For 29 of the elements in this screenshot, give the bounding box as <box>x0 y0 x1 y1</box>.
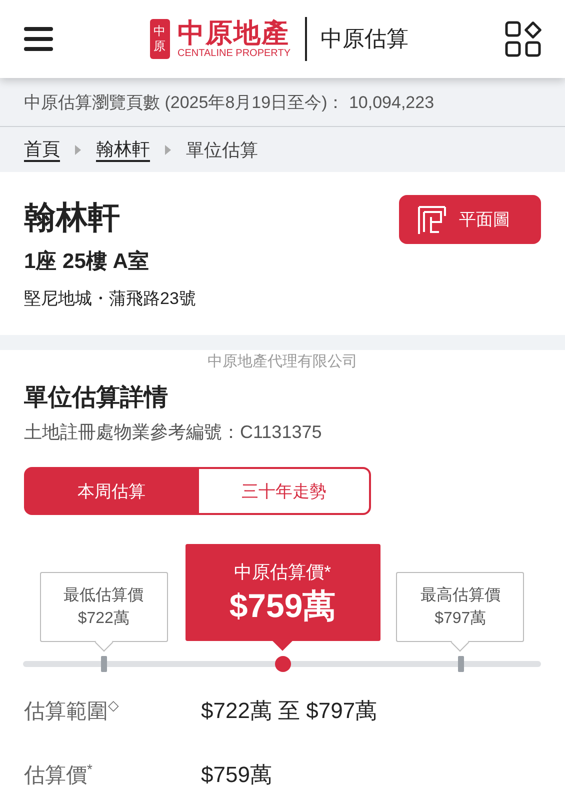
property-name: 翰林軒 <box>24 198 121 237</box>
app-title: 中原估算 <box>320 25 408 53</box>
breadcrumb-current: 單位估算 <box>186 138 258 160</box>
floor-plan-button[interactable]: 平面圖 <box>399 195 541 244</box>
page-view-count: 中原估算瀏覽頁數 (2025年8月19日至今)： 10,094,223 <box>24 93 434 112</box>
detail-label: 估算價$^{*}$ <box>24 761 94 789</box>
apps-icon[interactable] <box>505 21 542 57</box>
tab[interactable]: 本周估算 <box>24 467 198 515</box>
logo-seal: 中 原 <box>150 19 170 59</box>
logo-name: 中原地產 <box>178 18 290 48</box>
address-text: 堅尼地城・蒲飛路23號 <box>24 288 196 310</box>
range-callout: 最低估算價 $722萬 <box>40 572 168 651</box>
breadcrumb-link[interactable]: 翰林軒 <box>96 138 150 162</box>
breadcrumb-link[interactable]: 首頁 <box>24 138 60 162</box>
chevron-icon <box>74 144 82 156</box>
detail-value: $759萬 <box>201 761 272 789</box>
chevron-icon <box>164 144 172 156</box>
tab[interactable]: 三十年走勢 <box>198 467 371 515</box>
unit-text: 1座 25樓 A室 <box>24 248 150 275</box>
detail-label: 估算範圍$^{◇}$ <box>24 697 120 725</box>
logo-subtitle: CENTALINE PROPERTY <box>178 48 290 60</box>
floor-plan-icon <box>417 204 447 236</box>
section-title: 單位估算詳情 <box>24 383 169 413</box>
company-credit: 中原地產代理有限公司 <box>206 353 358 371</box>
detail-value: $722萬 至 $797萬 <box>201 697 378 725</box>
reference-number: 土地註冊處物業參考編號：C1131375 <box>24 421 323 444</box>
estimate-callout: 中原估算價* $759萬 <box>185 544 380 650</box>
menu-icon[interactable] <box>24 27 53 51</box>
range-callout: 最高估算價 $797萬 <box>396 572 524 651</box>
